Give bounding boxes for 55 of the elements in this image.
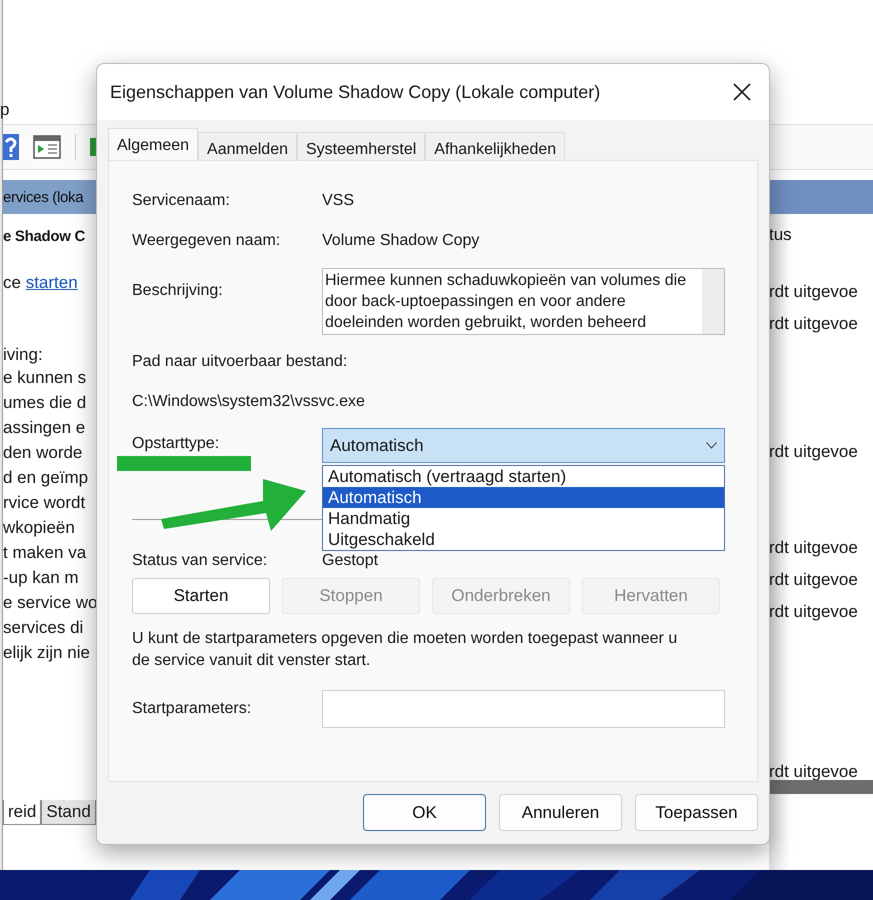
service-button[interactable]: Starten (132, 578, 270, 614)
description-label: iving: (3, 345, 44, 365)
tab[interactable]: Aanmelden (198, 132, 297, 160)
description-box[interactable]: Hiermee kunnen schaduwkopieën van volumes die door back-uptoepassingen en voor andere doeleinden worden gebruikt, worden beheerd (322, 268, 725, 335)
tab[interactable]: Afhankelijkheden (425, 132, 566, 160)
field-label: Weergegeven naam: (132, 232, 282, 250)
table-cell-text: rdt uitgevoe (769, 569, 858, 591)
dropdown-option[interactable]: Handmatig (323, 508, 724, 529)
view-tab[interactable]: reid (3, 800, 42, 825)
field-value: Gestopt (322, 552, 378, 570)
startup-type-dropdown[interactable]: Automatisch (322, 428, 725, 463)
action-text: ce (3, 273, 21, 292)
field-label: Startparameters: (132, 700, 252, 718)
description-line: t maken va (3, 542, 88, 564)
field-label: Servicenaam: (132, 192, 231, 210)
field-label: Pad naar uitvoerbaar bestand: (132, 353, 348, 371)
description-line: services di (3, 617, 84, 639)
dialog-button[interactable]: Annuleren (499, 794, 622, 831)
dialog-button[interactable]: Toepassen (635, 794, 758, 831)
description-line: rvice wordt (3, 492, 86, 514)
field-label: Status van service: (132, 552, 268, 570)
description-line: e kunnen s (3, 367, 88, 389)
dialog-title: Eigenschappen van Volume Shadow Copy (Lokale computer) (110, 82, 600, 102)
menu-item[interactable]: p (0, 100, 10, 120)
description-line: den worde (3, 442, 84, 464)
field-label: Beschrijving: (132, 282, 224, 300)
column-heading: tus (769, 224, 793, 246)
start-link[interactable]: starten (26, 273, 78, 292)
service-title: e Shadow C (3, 228, 86, 245)
table-cell-text: rdt uitgevoe (769, 601, 858, 623)
view-tab[interactable]: Stand (41, 800, 96, 825)
tab[interactable]: Systeemherstel (297, 132, 426, 160)
field-value: Volume Shadow Copy (322, 232, 480, 250)
table-cell-text: rdt uitgevoe (769, 281, 858, 303)
description-line: -up kan m (3, 567, 80, 589)
dropdown-option[interactable]: Automatisch (323, 487, 724, 508)
description-line: e service wo (3, 592, 97, 614)
table-cell-text: rdt uitgevoe (769, 313, 858, 335)
dialog-button[interactable]: OK (363, 794, 486, 831)
tab[interactable]: Algemeen (108, 128, 198, 160)
table-cell-text: rdt uitgevoe (769, 537, 858, 559)
table-cell-text: rdt uitgevoe (769, 761, 858, 783)
dropdown-option[interactable]: Uitgeschakeld (323, 529, 724, 550)
description-line: assingen e (3, 417, 86, 439)
pane-title: ervices (loka (3, 188, 84, 206)
field-value: VSS (322, 192, 354, 210)
hint-text: U kunt de startparameters opgeven die moeten worden toegepast wanneer u de service vanuit dit venster start. (132, 629, 678, 671)
path-text: C:\Windows\system32\vssvc.exe (132, 393, 366, 411)
description-line: wkopieën (3, 517, 76, 539)
dropdown-option[interactable]: Automatisch (vertraagd starten) (323, 466, 724, 487)
description-line: d en geïmp (3, 467, 90, 489)
field-label: Opstarttype: (132, 435, 220, 453)
table-cell-text: rdt uitgevoe (769, 441, 858, 463)
description-line: umes die d (3, 392, 88, 414)
description-line: elijk zijn nie (3, 642, 91, 664)
